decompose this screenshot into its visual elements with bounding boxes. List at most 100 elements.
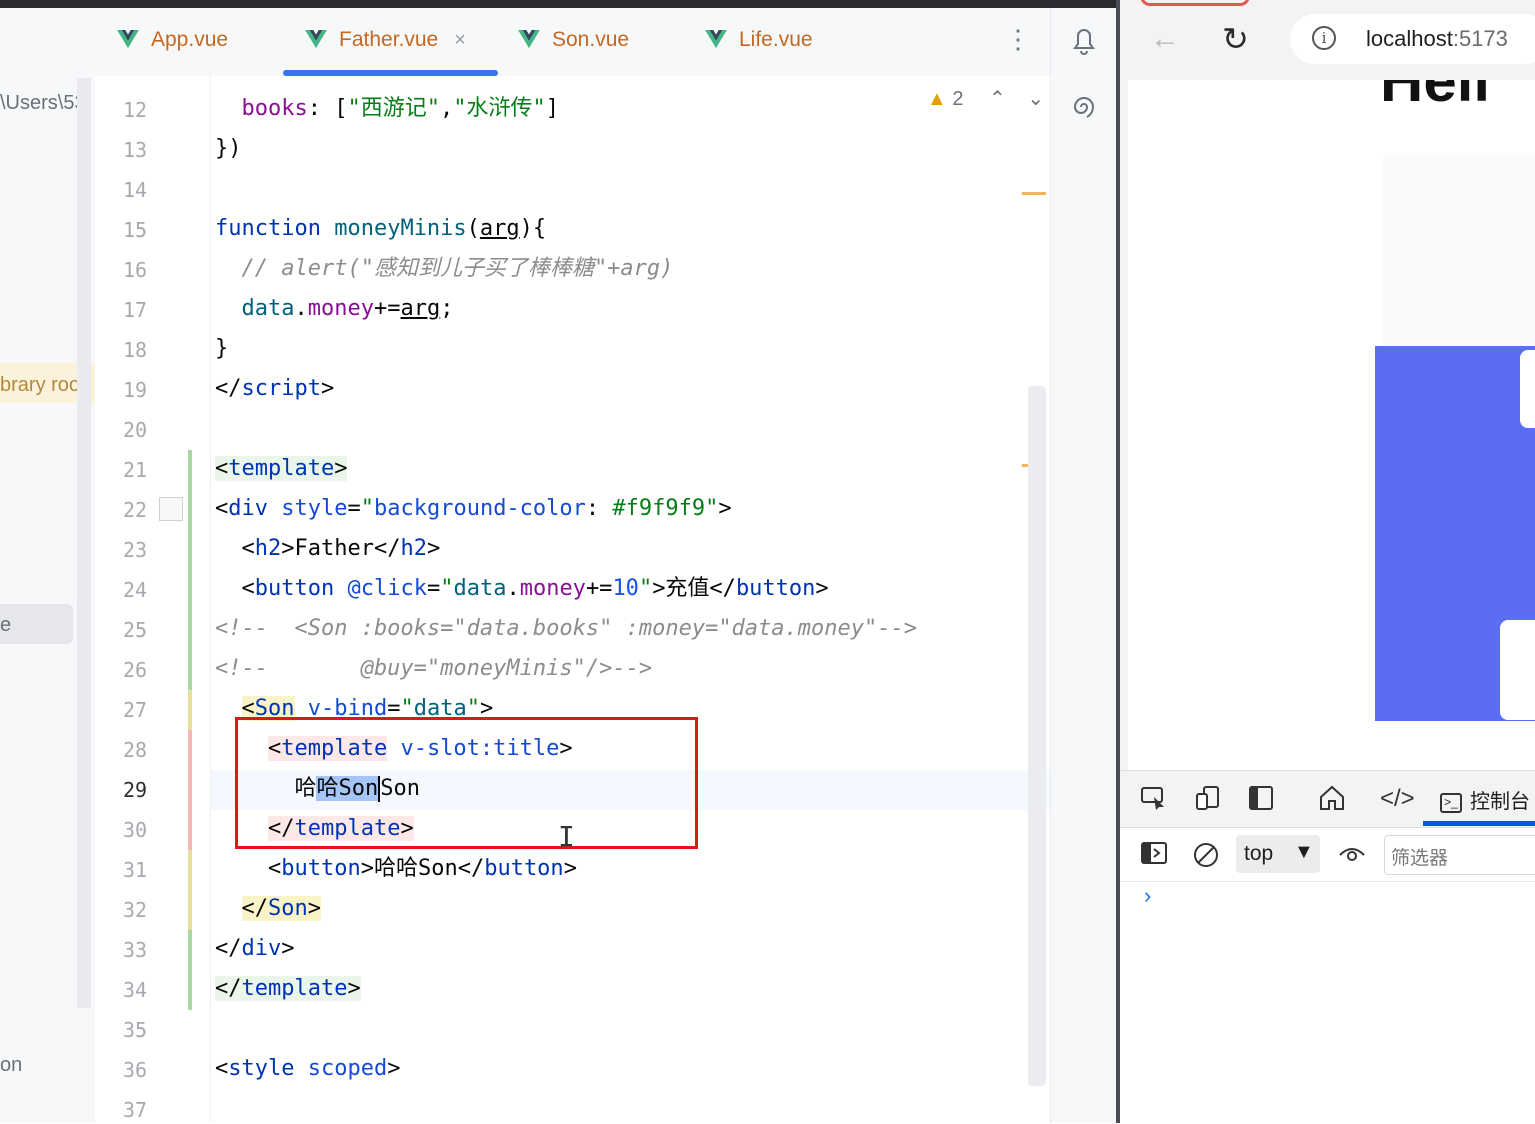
page-viewport[interactable]: Hell <box>1128 80 1535 770</box>
address-bar[interactable]: i localhost:5173 <box>1290 14 1535 64</box>
line-number: 28 <box>123 738 148 762</box>
url-text: localhost:5173 <box>1366 26 1508 52</box>
code-editor[interactable]: 12 13 14 15 16 17 18 19 20 21 22 23 24 2… <box>95 76 1050 1123</box>
editor-tab-bar: App.vue Father.vue × Son.vue Life.vue ⋮ <box>95 8 1050 77</box>
warning-count: 2 <box>952 88 964 110</box>
notifications-bell-icon[interactable] <box>1069 24 1099 64</box>
warning-icon: ▲ <box>927 88 947 110</box>
console-prompt-icon[interactable]: › <box>1144 883 1151 909</box>
line-number: 21 <box>123 458 148 482</box>
next-issue-icon[interactable]: ⌄ <box>1027 88 1044 110</box>
line-number: 15 <box>123 218 148 242</box>
page-inner-card <box>1520 350 1535 428</box>
line-number: 27 <box>123 698 148 722</box>
fold-marker[interactable] <box>159 497 183 521</box>
context-selector[interactable]: top ▼ <box>1236 835 1320 873</box>
mouse-ibeam-cursor: I <box>558 820 575 853</box>
clear-console-icon[interactable] <box>1192 841 1220 876</box>
inspection-widget[interactable]: ▲ 2 ⌃ ⌄ <box>927 86 1044 111</box>
reload-icon[interactable]: ↻ <box>1222 20 1249 58</box>
line-number: 20 <box>123 418 148 442</box>
window-top-bar <box>0 0 1117 8</box>
inspect-element-icon[interactable] <box>1140 785 1168 818</box>
code-line-24: <button @click="data.money+=10">充值</butt… <box>215 576 829 601</box>
line-number: 30 <box>123 818 148 842</box>
line-number: 14 <box>123 178 148 202</box>
active-devtools-tab-indicator <box>1423 821 1535 826</box>
tree-item-text[interactable]: e <box>0 614 11 637</box>
devtools-panel: </> >_ 控制台 top ▼ 筛选器 › <box>1120 770 1535 1124</box>
elements-code-icon[interactable]: </> <box>1380 785 1415 813</box>
tab-life-vue[interactable]: Life.vue <box>705 28 813 52</box>
vue-file-icon <box>518 30 540 49</box>
tab-app-vue[interactable]: App.vue <box>117 28 228 52</box>
code-line-15: function moneyMinis(arg){ <box>215 216 547 241</box>
code-line-36: <style scoped> <box>215 1056 401 1081</box>
url-host: localhost <box>1366 26 1453 51</box>
close-icon[interactable]: × <box>454 29 466 52</box>
vue-file-icon <box>305 30 327 49</box>
ide-right-toolstrip <box>1050 8 1117 1123</box>
vcs-modified-marker <box>188 690 192 730</box>
dock-side-icon[interactable] <box>1248 785 1274 818</box>
line-number-gutter: 12 13 14 15 16 17 18 19 20 21 22 23 24 2… <box>95 76 211 1123</box>
code-line-23: <h2>Father</h2> <box>215 536 441 561</box>
sidebar-scrollbar[interactable] <box>77 78 91 1008</box>
line-number: 12 <box>123 98 148 122</box>
vcs-changed-marker <box>188 730 192 850</box>
editor-scrollbar[interactable] <box>1028 386 1046 1086</box>
line-number: 33 <box>123 938 148 962</box>
code-line-16: // alert("感知到儿子买了棒棒糖"+arg) <box>215 256 674 281</box>
line-number: 24 <box>123 578 148 602</box>
page-inner-card <box>1500 620 1535 720</box>
line-number: 37 <box>123 1098 148 1122</box>
code-line-31: <button>哈哈Son</button> <box>215 856 577 881</box>
console-tab-label: 控制台 <box>1470 791 1530 813</box>
browser-tab-edge[interactable] <box>1140 0 1250 6</box>
tab-label: Father.vue <box>339 28 439 51</box>
sidebar-toggle-icon[interactable] <box>1140 841 1168 872</box>
tab-son-vue[interactable]: Son.vue <box>518 28 629 52</box>
vcs-added-marker <box>188 930 192 1010</box>
project-sidebar: \Users\53 brary roo e on <box>0 8 95 1123</box>
vcs-modified-marker <box>188 850 192 930</box>
live-expression-eye-icon[interactable] <box>1338 841 1366 872</box>
code-line-22: <div style="background-color: #f9f9f9"> <box>215 496 732 521</box>
code-line-33: </div> <box>215 936 295 961</box>
line-number: 36 <box>123 1058 148 1082</box>
line-number: 22 <box>123 498 148 522</box>
warning-stripe-marker[interactable] <box>1022 192 1046 195</box>
code-line-32: </Son> <box>241 896 321 921</box>
line-number: 35 <box>123 1018 148 1042</box>
tree-item-text-bottom[interactable]: on <box>0 1054 22 1077</box>
line-number: 31 <box>123 858 148 882</box>
previous-issue-icon[interactable]: ⌃ <box>989 88 1006 110</box>
line-number: 25 <box>123 618 148 642</box>
context-value: top <box>1244 842 1274 865</box>
devtools-tab-bar: </> >_ 控制台 <box>1120 771 1535 828</box>
console-filter-input[interactable]: 筛选器 <box>1384 835 1535 875</box>
more-tabs-icon[interactable]: ⋮ <box>1005 24 1031 55</box>
code-line-26: <!-- @buy="moneyMinis"/>--> <box>215 656 653 681</box>
library-root-text[interactable]: brary roo <box>0 374 80 397</box>
home-icon[interactable] <box>1318 785 1346 818</box>
console-icon: >_ <box>1440 792 1462 813</box>
tab-console[interactable]: >_ 控制台 <box>1440 785 1530 814</box>
tab-label: Son.vue <box>552 28 630 51</box>
line-number: 18 <box>123 338 148 362</box>
code-line-34: </template> <box>215 976 361 1001</box>
tree-path-text[interactable]: \Users\53 <box>0 92 86 115</box>
line-number: 13 <box>123 138 148 162</box>
tab-father-vue[interactable]: Father.vue × <box>305 28 466 52</box>
line-number-current: 29 <box>123 778 148 802</box>
line-number: 16 <box>123 258 148 282</box>
code-line-21: <template> <box>215 456 348 481</box>
ai-assistant-spiral-icon[interactable] <box>1069 92 1099 130</box>
site-info-icon[interactable]: i <box>1312 26 1336 50</box>
back-arrow-icon[interactable]: ← <box>1150 22 1180 56</box>
line-number: 23 <box>123 538 148 562</box>
tab-label: App.vue <box>151 28 229 51</box>
line-number: 19 <box>123 378 148 402</box>
device-toolbar-icon[interactable] <box>1194 785 1222 818</box>
tab-label: Life.vue <box>739 28 813 51</box>
